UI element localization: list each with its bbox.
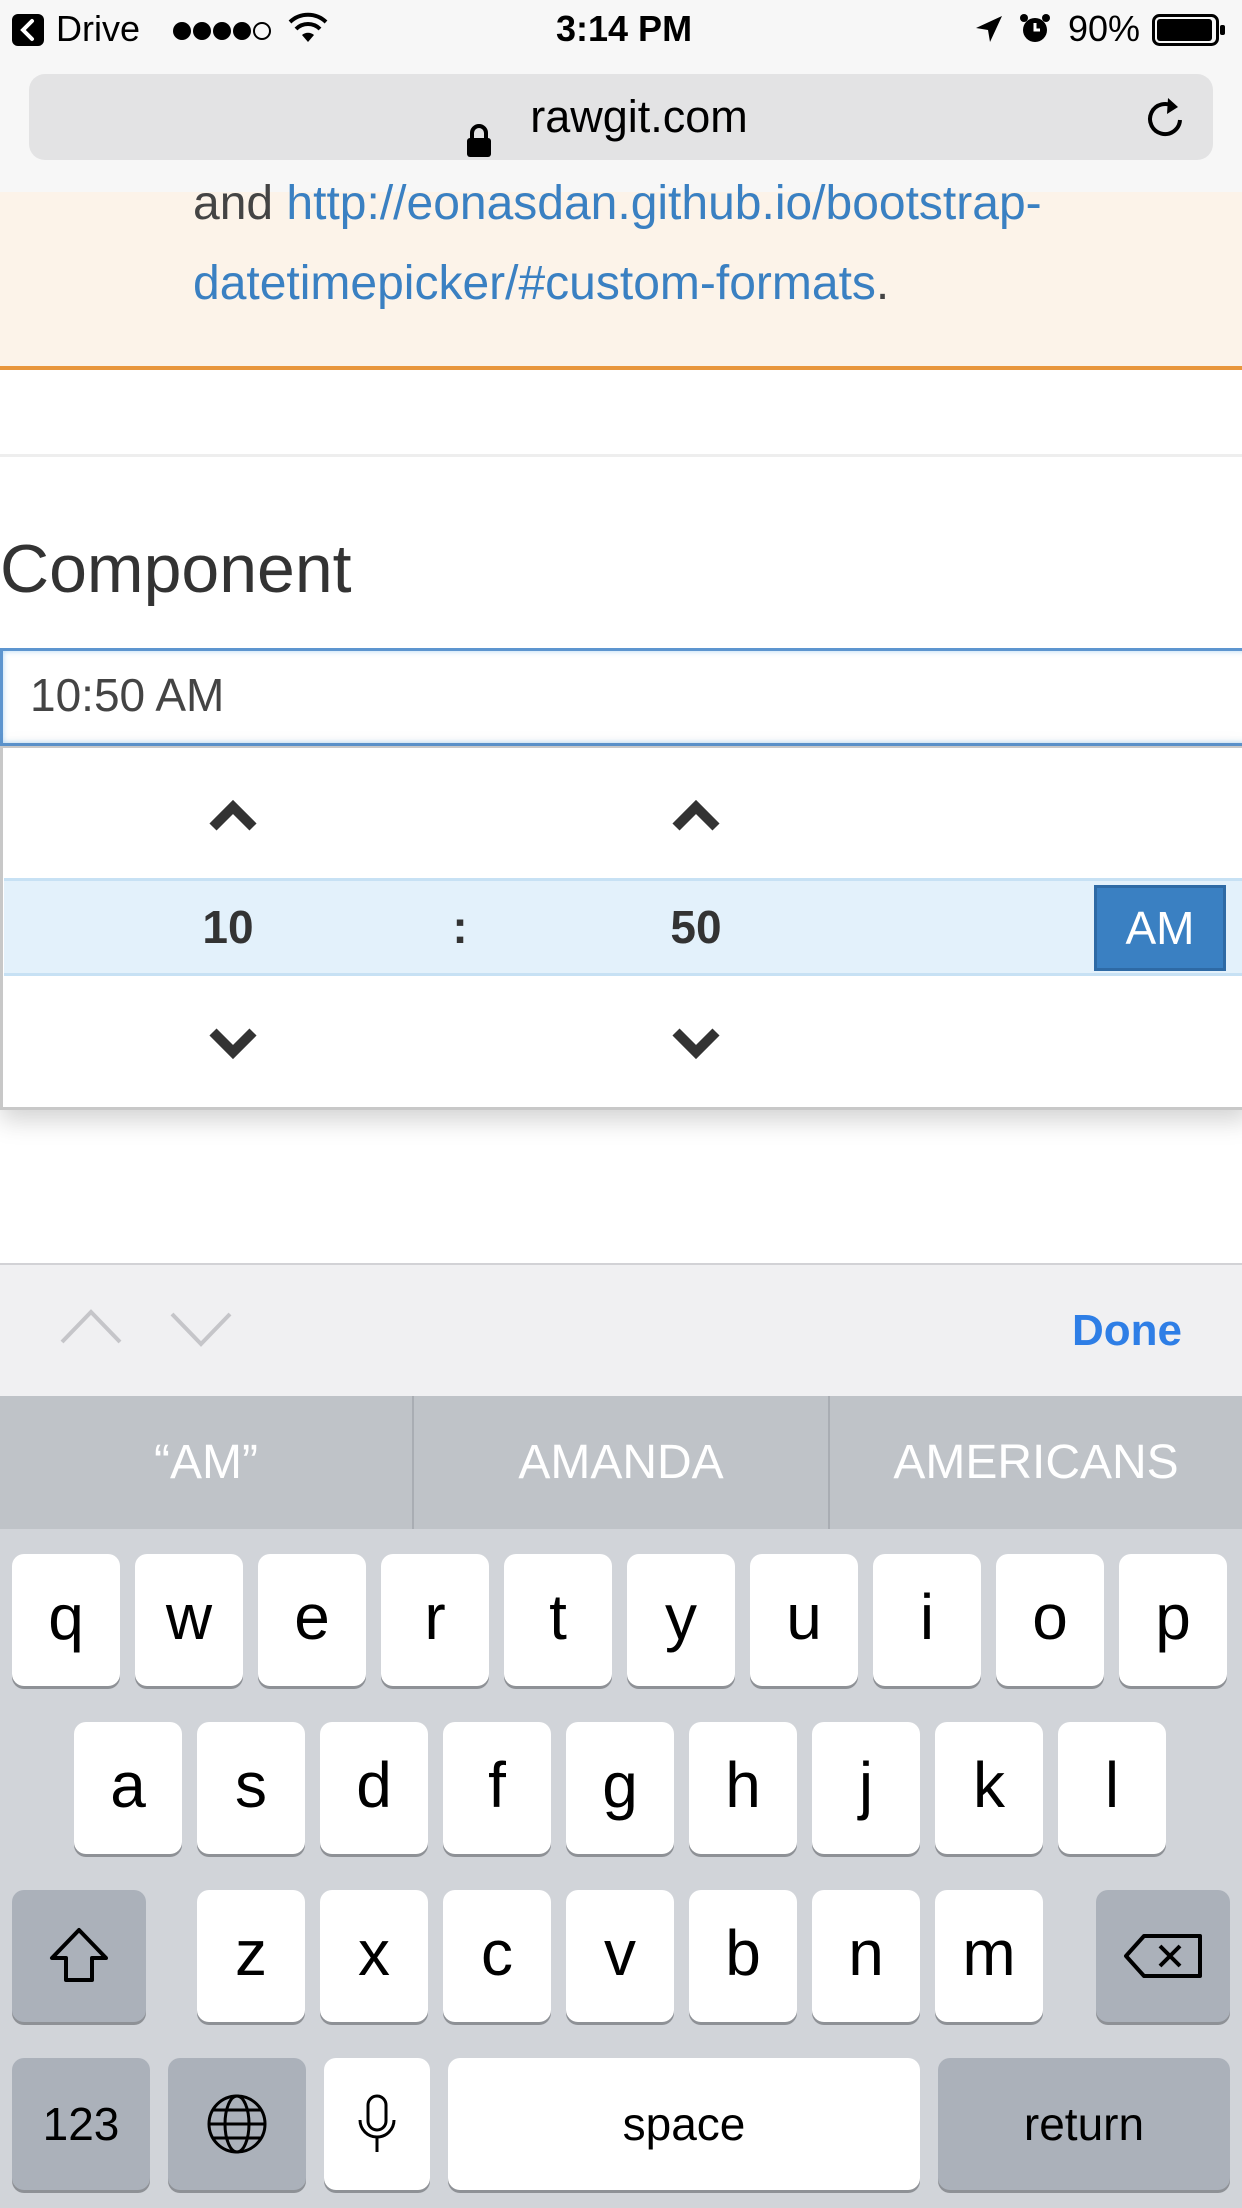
globe-key[interactable] (168, 2058, 306, 2190)
minute-value[interactable]: 50 (636, 900, 756, 954)
key-x[interactable]: x (320, 1890, 428, 2022)
return-key[interactable]: return (938, 2058, 1230, 2190)
globe-icon (207, 2094, 267, 2154)
numbers-key[interactable]: 123 (12, 2058, 150, 2190)
key-s[interactable]: s (197, 1722, 305, 1854)
section-title: Component (0, 531, 352, 607)
battery-percent: 90% (1068, 8, 1141, 49)
suggestion-item[interactable]: AMERICANS (830, 1396, 1242, 1529)
docs-link[interactable]: http://eonasdan.github.io/bootstrap- (286, 177, 1041, 230)
signal-strength-icon (172, 20, 274, 47)
alert-line-2: datetimepicker/#custom-formats. (193, 256, 889, 311)
alert-text: and (193, 177, 287, 230)
microphone-icon (358, 2094, 396, 2152)
key-v[interactable]: v (566, 1890, 674, 2022)
wifi-icon (288, 12, 328, 49)
alert-period: . (875, 257, 890, 310)
key-h[interactable]: h (689, 1722, 797, 1854)
suggestion-item[interactable]: AMANDA (414, 1396, 828, 1529)
docs-link-cont[interactable]: datetimepicker/#custom-formats (193, 257, 876, 310)
status-bar: Drive 3:14 PM 90% (0, 0, 1242, 60)
key-c[interactable]: c (443, 1890, 551, 2022)
key-g[interactable]: g (566, 1722, 674, 1854)
key-o[interactable]: o (996, 1554, 1104, 1686)
key-p[interactable]: p (1119, 1554, 1227, 1686)
url-domain[interactable]: rawgit.com (494, 91, 748, 142)
key-a[interactable]: a (74, 1722, 182, 1854)
key-m[interactable]: m (935, 1890, 1043, 2022)
key-j[interactable]: j (812, 1722, 920, 1854)
hour-value[interactable]: 10 (168, 900, 288, 954)
delete-backward-icon (1124, 1934, 1202, 1978)
next-field-chevron-down-icon[interactable] (168, 1310, 234, 1355)
am-pm-toggle-button[interactable]: AM (1094, 885, 1226, 971)
increment-hour-chevron-up-icon[interactable] (203, 795, 263, 835)
key-z[interactable]: z (197, 1890, 305, 2022)
lock-icon (466, 100, 492, 186)
suggestion-item[interactable]: “AM” (0, 1396, 412, 1529)
key-f[interactable]: f (443, 1722, 551, 1854)
key-i[interactable]: i (873, 1554, 981, 1686)
key-y[interactable]: y (627, 1554, 735, 1686)
previous-field-chevron-up-icon[interactable] (58, 1306, 124, 1351)
decrement-minute-chevron-down-icon[interactable] (666, 1024, 726, 1064)
battery-icon (1152, 14, 1226, 51)
time-separator: : (452, 901, 468, 953)
shift-arrow-icon (50, 1928, 108, 1982)
key-k[interactable]: k (935, 1722, 1043, 1854)
space-key[interactable]: space (448, 2058, 920, 2190)
decrement-hour-chevron-down-icon[interactable] (203, 1024, 263, 1064)
key-u[interactable]: u (750, 1554, 858, 1686)
key-l[interactable]: l (1058, 1722, 1166, 1854)
key-e[interactable]: e (258, 1554, 366, 1686)
shift-key[interactable] (12, 1890, 146, 2022)
key-t[interactable]: t (504, 1554, 612, 1686)
backspace-key[interactable] (1096, 1890, 1230, 2022)
alarm-icon (1018, 12, 1052, 51)
alert-line-1: and http://eonasdan.github.io/bootstrap- (193, 176, 1042, 231)
key-r[interactable]: r (381, 1554, 489, 1686)
time-input-value: 10:50 AM (30, 669, 225, 721)
reload-icon[interactable] (1144, 94, 1188, 145)
key-w[interactable]: w (135, 1554, 243, 1686)
divider (0, 454, 1242, 457)
dictation-key[interactable] (324, 2058, 430, 2190)
location-arrow-icon (974, 14, 1004, 49)
key-q[interactable]: q (12, 1554, 120, 1686)
key-b[interactable]: b (689, 1890, 797, 2022)
address-text-wrap: rawgit.com (0, 74, 1242, 160)
back-app-label[interactable]: Drive (56, 8, 140, 50)
clock: 3:14 PM (556, 8, 693, 49)
key-d[interactable]: d (320, 1722, 428, 1854)
increment-minute-chevron-up-icon[interactable] (666, 795, 726, 835)
done-button[interactable]: Done (1072, 1306, 1182, 1356)
key-n[interactable]: n (812, 1890, 920, 2022)
back-arrow-icon[interactable] (12, 14, 44, 46)
